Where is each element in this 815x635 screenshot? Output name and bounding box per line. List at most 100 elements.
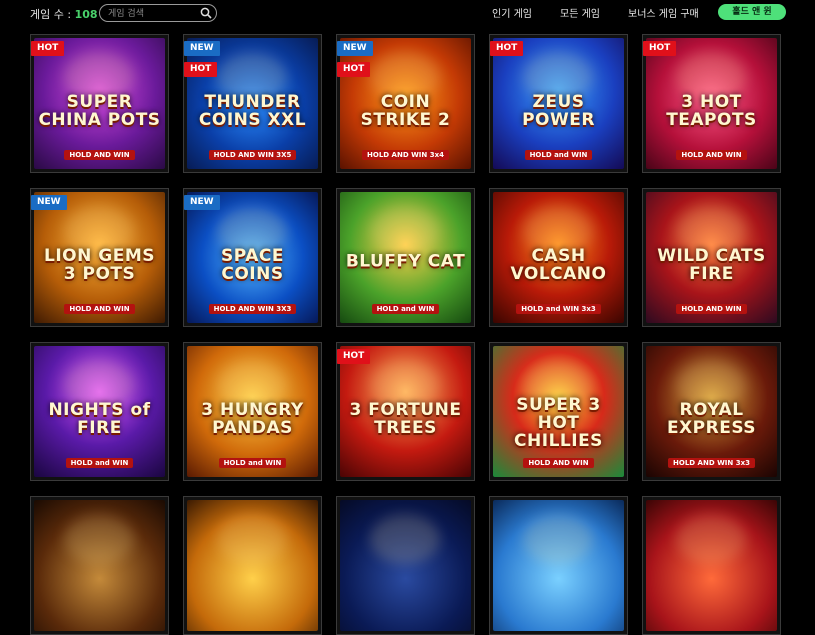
game-subtitle-bar: HOLD AND WIN (646, 150, 777, 160)
game-count-value: 108 (74, 8, 98, 21)
thumbnail-glow (370, 206, 440, 256)
game-subtitle: HOLD AND WIN 3x3 (668, 458, 755, 468)
game-subtitle-bar: HOLD AND WIN 3X5 (187, 150, 318, 160)
game-thumbnail: THUNDER COINS XXL HOLD AND WIN 3X5 (187, 38, 318, 169)
game-tile[interactable]: 3 HOT TEAPOTS HOLD AND WIN HOT (642, 34, 781, 173)
game-subtitle-bar: HOLD and WIN (340, 304, 471, 314)
search-box (99, 4, 217, 22)
thumbnail-glow (676, 514, 746, 564)
game-title: 3 HUNGRY PANDAS (201, 399, 304, 438)
hot-badge: HOT (337, 62, 371, 77)
new-badge: NEW (337, 41, 373, 56)
game-subtitle: HOLD AND WIN 3X3 (208, 304, 297, 314)
game-subtitle-bar: HOLD AND WIN (34, 150, 165, 160)
game-title: SUPER CHINA POTS (38, 91, 161, 130)
thumbnail-glow (370, 514, 440, 564)
game-thumbnail (646, 500, 777, 631)
game-subtitle: HOLD AND WIN (64, 304, 135, 314)
game-thumbnail (34, 500, 165, 631)
thumbnail-glow (217, 514, 287, 564)
game-title: CASH VOLCANO (510, 245, 607, 284)
game-subtitle-bar: HOLD AND WIN 3x3 (646, 458, 777, 468)
new-badge: NEW (184, 41, 220, 56)
game-title: NIGHTS of FIRE (48, 399, 151, 438)
game-subtitle: HOLD AND WIN 3x4 (362, 150, 449, 160)
game-tile[interactable]: THUNDER COINS XXL HOLD AND WIN 3X5 NEW HOT (183, 34, 322, 173)
top-bar: 게임 수 : 108 인기 게임 모든 게임 보너스 게임 구매 홀드 앤 윈 (0, 0, 815, 28)
game-tile[interactable]: SPACE COINS HOLD AND WIN 3X3 NEW (183, 188, 322, 327)
game-subtitle: HOLD and WIN (371, 304, 440, 314)
game-subtitle: HOLD and WIN (65, 458, 134, 468)
game-title: WILD CATS FIRE (657, 245, 766, 284)
new-badge: NEW (31, 195, 67, 210)
game-tile[interactable] (642, 496, 781, 635)
game-tile[interactable]: COIN STRIKE 2 HOLD AND WIN 3x4 NEW HOT (336, 34, 475, 173)
nav-hold-and-win[interactable]: 홀드 앤 윈 (718, 4, 786, 20)
game-tile[interactable] (336, 496, 475, 635)
game-title: BLUFFY CAT (345, 251, 466, 272)
thumbnail-glow (523, 514, 593, 564)
game-subtitle-bar: HOLD AND WIN (646, 304, 777, 314)
game-subtitle: HOLD AND WIN (676, 304, 747, 314)
game-thumbnail: SUPER CHINA POTS HOLD AND WIN (34, 38, 165, 169)
game-subtitle: HOLD AND WIN (523, 458, 594, 468)
game-tile[interactable]: 3 FORTUNE TREES HOT (336, 342, 475, 481)
game-tile[interactable] (183, 496, 322, 635)
hot-badge: HOT (337, 349, 371, 364)
game-tile[interactable]: SUPER 3 HOT CHILLIES HOLD AND WIN (489, 342, 628, 481)
hot-badge: HOT (31, 41, 65, 56)
game-tile[interactable]: 3 HUNGRY PANDAS HOLD and WIN (183, 342, 322, 481)
game-subtitle: HOLD and WIN (218, 458, 287, 468)
game-thumbnail: 3 FORTUNE TREES (340, 346, 471, 477)
search-input[interactable] (106, 6, 200, 22)
search-icon[interactable] (200, 7, 212, 19)
game-subtitle-bar: HOLD and WIN 3x3 (493, 304, 624, 314)
hot-badge: HOT (643, 41, 677, 56)
game-thumbnail (340, 500, 471, 631)
game-count-label: 게임 수 : (30, 8, 72, 21)
game-tile[interactable] (489, 496, 628, 635)
game-subtitle-bar: HOLD AND WIN (493, 458, 624, 468)
game-tile[interactable]: ZEUS POWER HOLD and WIN HOT (489, 34, 628, 173)
game-title: SUPER 3 HOT CHILLIES (514, 394, 603, 451)
hot-badge: HOT (184, 62, 218, 77)
new-badge: NEW (184, 195, 220, 210)
game-tile[interactable]: CASH VOLCANO HOLD and WIN 3x3 (489, 188, 628, 327)
game-thumbnail: CASH VOLCANO HOLD and WIN 3x3 (493, 192, 624, 323)
game-tile[interactable]: ROYAL EXPRESS HOLD AND WIN 3x3 (642, 342, 781, 481)
game-subtitle: HOLD and WIN 3x3 (516, 304, 601, 314)
game-subtitle-bar: HOLD and WIN (187, 458, 318, 468)
game-tile[interactable]: WILD CATS FIRE HOLD AND WIN (642, 188, 781, 327)
game-thumbnail: LION GEMS 3 POTS HOLD AND WIN (34, 192, 165, 323)
game-tile[interactable]: SUPER CHINA POTS HOLD AND WIN HOT (30, 34, 169, 173)
game-tile[interactable]: LION GEMS 3 POTS HOLD AND WIN NEW (30, 188, 169, 327)
game-subtitle-bar: HOLD and WIN (493, 150, 624, 160)
game-subtitle: HOLD AND WIN (64, 150, 135, 160)
game-thumbnail: COIN STRIKE 2 HOLD AND WIN 3x4 (340, 38, 471, 169)
game-subtitle-bar: HOLD and WIN (34, 458, 165, 468)
game-title: ZEUS POWER (522, 91, 595, 130)
game-thumbnail: NIGHTS of FIRE HOLD and WIN (34, 346, 165, 477)
hot-badge: HOT (490, 41, 524, 56)
game-tile[interactable]: BLUFFY CAT HOLD and WIN (336, 188, 475, 327)
game-thumbnail: SPACE COINS HOLD AND WIN 3X3 (187, 192, 318, 323)
game-thumbnail: 3 HUNGRY PANDAS HOLD and WIN (187, 346, 318, 477)
game-subtitle-bar: HOLD AND WIN 3X3 (187, 304, 318, 314)
nav-bonus-buy[interactable]: 보너스 게임 구매 (628, 5, 699, 20)
game-thumbnail (493, 500, 624, 631)
game-tile[interactable] (30, 496, 169, 635)
game-count: 게임 수 : 108 (30, 6, 98, 22)
game-subtitle-bar: HOLD AND WIN 3x4 (340, 150, 471, 160)
nav-popular-games[interactable]: 인기 게임 (492, 5, 532, 20)
game-thumbnail: 3 HOT TEAPOTS HOLD AND WIN (646, 38, 777, 169)
game-thumbnail: WILD CATS FIRE HOLD AND WIN (646, 192, 777, 323)
game-thumbnail: SUPER 3 HOT CHILLIES HOLD AND WIN (493, 346, 624, 477)
game-subtitle: HOLD AND WIN 3X5 (208, 150, 297, 160)
game-subtitle: HOLD AND WIN (676, 150, 747, 160)
game-title: 3 FORTUNE TREES (349, 399, 462, 438)
nav-all-games[interactable]: 모든 게임 (560, 5, 600, 20)
thumbnail-glow (64, 514, 134, 564)
game-title: LION GEMS 3 POTS (44, 245, 155, 284)
game-thumbnail (187, 500, 318, 631)
game-tile[interactable]: NIGHTS of FIRE HOLD and WIN (30, 342, 169, 481)
